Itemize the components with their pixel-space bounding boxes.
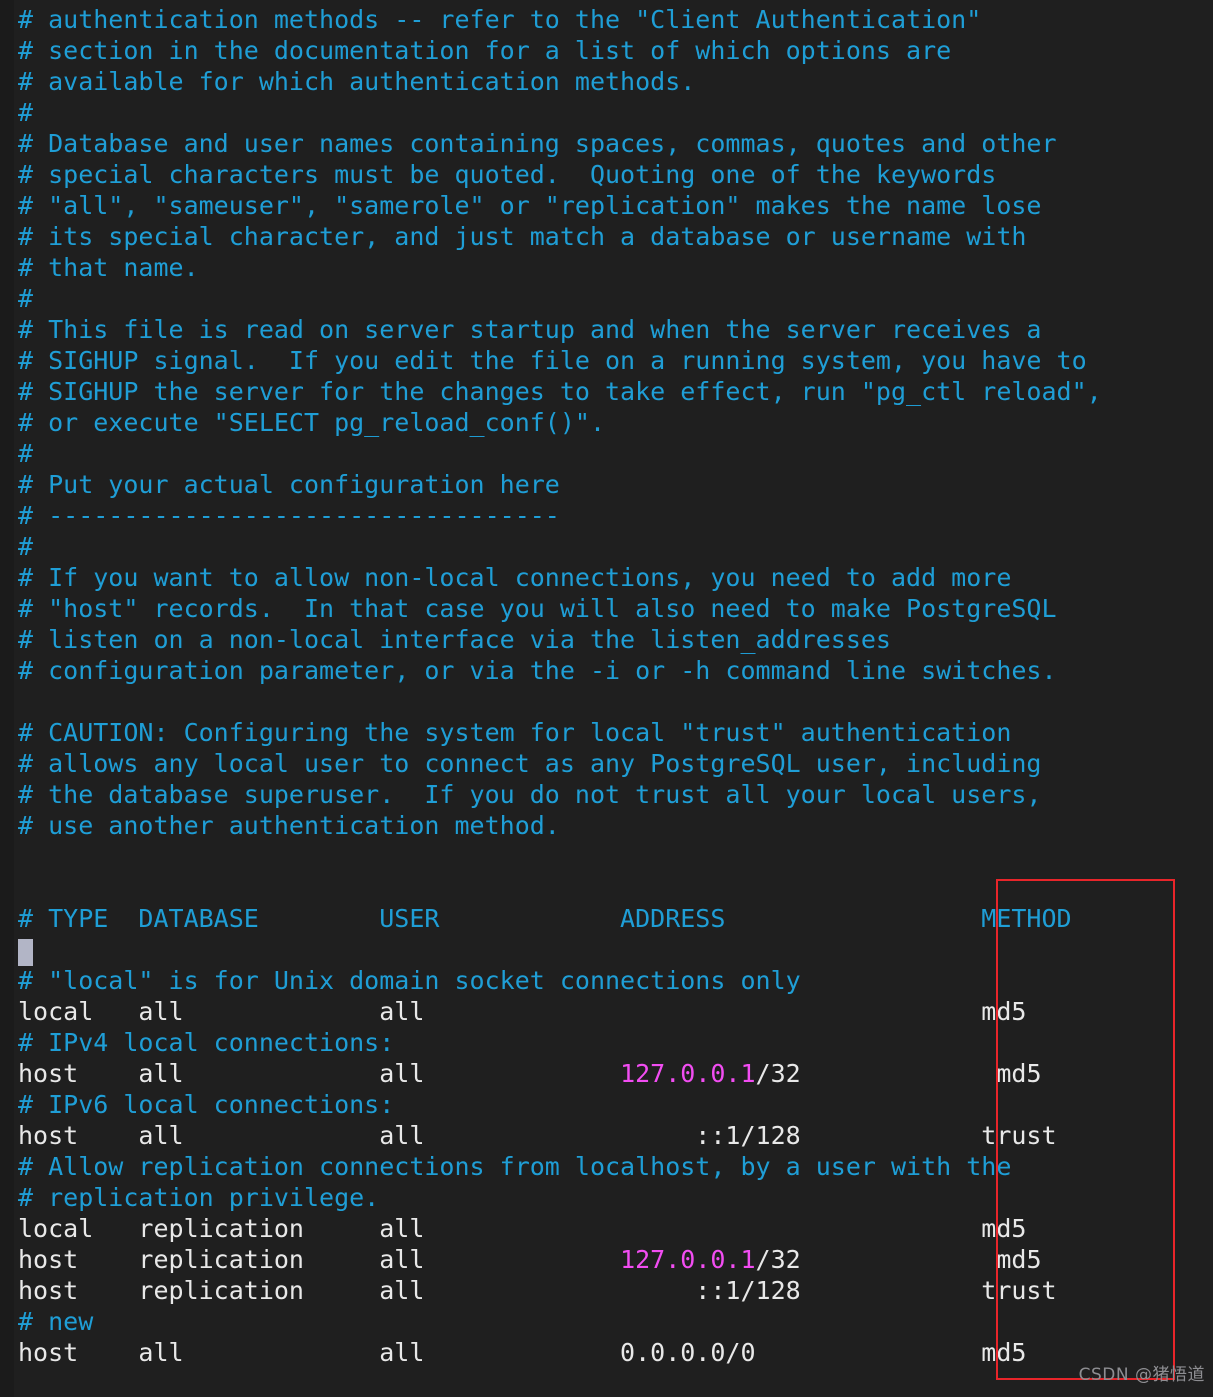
comment-text: # This file is read on server startup an… [18, 315, 1042, 344]
comment-text: # [18, 284, 34, 313]
csdn-watermark: CSDN @猪悟道 [1078, 1365, 1205, 1385]
code-line[interactable]: # its special character, and just match … [18, 221, 1213, 252]
code-line[interactable]: host all all 0.0.0.0/0 md5 [18, 1337, 1213, 1368]
comment-text: # listen on a non-local interface via th… [18, 625, 891, 654]
code-line[interactable]: # replication privilege. [18, 1182, 1213, 1213]
code-editor-pane[interactable]: # authentication methods -- refer to the… [0, 0, 1213, 1397]
code-text: host all all ::1/128 trust [18, 1121, 1057, 1150]
comment-text: # available for which authentication met… [18, 67, 696, 96]
code-line[interactable]: # that name. [18, 252, 1213, 283]
code-line[interactable]: # TYPE DATABASE USER ADDRESS METHOD [18, 903, 1213, 934]
code-line[interactable]: # use another authentication method. [18, 810, 1213, 841]
ip-address-token: 127.0.0.1 [620, 1059, 756, 1088]
comment-text: # "all", "sameuser", "samerole" or "repl… [18, 191, 1042, 220]
code-line[interactable]: # available for which authentication met… [18, 66, 1213, 97]
comment-text: # that name. [18, 253, 199, 282]
code-text: host replication all [18, 1245, 621, 1274]
code-line[interactable]: # ---------------------------------- [18, 500, 1213, 531]
code-text: host all all 0.0.0.0/0 md5 [18, 1338, 1027, 1367]
code-line[interactable]: # listen on a non-local interface via th… [18, 624, 1213, 655]
code-text: /32 md5 [755, 1245, 1042, 1274]
code-line[interactable]: # IPv4 local connections: [18, 1027, 1213, 1058]
comment-text: # Put your actual configuration here [18, 470, 560, 499]
code-line[interactable]: host all all 127.0.0.1/32 md5 [18, 1058, 1213, 1089]
code-line[interactable]: # special characters must be quoted. Quo… [18, 159, 1213, 190]
comment-text: # If you want to allow non-local connect… [18, 563, 1012, 592]
text-cursor [18, 939, 33, 966]
code-text: host all all [18, 1059, 621, 1088]
code-line[interactable]: # SIGHUP the server for the changes to t… [18, 376, 1213, 407]
code-line[interactable]: # "all", "sameuser", "samerole" or "repl… [18, 190, 1213, 221]
code-line[interactable]: # [18, 97, 1213, 128]
code-line[interactable]: host replication all 127.0.0.1/32 md5 [18, 1244, 1213, 1275]
comment-text: # Allow replication connections from loc… [18, 1152, 1012, 1181]
code-line[interactable] [18, 686, 1213, 717]
code-line[interactable]: # This file is read on server startup an… [18, 314, 1213, 345]
code-line[interactable]: # section in the documentation for a lis… [18, 35, 1213, 66]
code-line[interactable] [18, 841, 1213, 872]
code-line[interactable]: # [18, 283, 1213, 314]
code-text: local replication all md5 [18, 1214, 1027, 1243]
code-text: local all all md5 [18, 997, 1027, 1026]
comment-text: # or execute "SELECT pg_reload_conf()". [18, 408, 605, 437]
editor-gutter [0, 0, 14, 1397]
code-line[interactable] [18, 872, 1213, 903]
code-line[interactable]: # new [18, 1306, 1213, 1337]
code-text: /32 md5 [755, 1059, 1042, 1088]
code-line[interactable]: local replication all md5 [18, 1213, 1213, 1244]
comment-text: # IPv4 local connections: [18, 1028, 395, 1057]
code-line[interactable]: # Database and user names containing spa… [18, 128, 1213, 159]
code-line[interactable]: host replication all ::1/128 trust [18, 1275, 1213, 1306]
code-line[interactable]: # "host" records. In that case you will … [18, 593, 1213, 624]
comment-text: # replication privilege. [18, 1183, 380, 1212]
comment-text: # special characters must be quoted. Quo… [18, 160, 997, 189]
code-line[interactable]: # SIGHUP signal. If you edit the file on… [18, 345, 1213, 376]
code-line[interactable]: host all all ::1/128 trust [18, 1120, 1213, 1151]
code-line[interactable]: # or execute "SELECT pg_reload_conf()". [18, 407, 1213, 438]
code-line[interactable]: # IPv6 local connections: [18, 1089, 1213, 1120]
code-line[interactable] [18, 934, 1213, 965]
code-line[interactable]: # Put your actual configuration here [18, 469, 1213, 500]
comment-text: # Database and user names containing spa… [18, 129, 1057, 158]
code-line[interactable]: # If you want to allow non-local connect… [18, 562, 1213, 593]
file-content[interactable]: # authentication methods -- refer to the… [18, 4, 1213, 1368]
comment-text: # configuration parameter, or via the -i… [18, 656, 1057, 685]
comment-text: # "host" records. In that case you will … [18, 594, 1057, 623]
comment-text: # the database superuser. If you do not … [18, 780, 1042, 809]
code-line[interactable]: # CAUTION: Configuring the system for lo… [18, 717, 1213, 748]
comment-text: # SIGHUP the server for the changes to t… [18, 377, 1102, 406]
code-line[interactable]: # configuration parameter, or via the -i… [18, 655, 1213, 686]
code-line[interactable]: # allows any local user to connect as an… [18, 748, 1213, 779]
comment-text: # [18, 532, 34, 561]
code-line[interactable]: # [18, 531, 1213, 562]
comment-text: # [18, 98, 34, 127]
comment-text: # [18, 439, 34, 468]
comment-text: # section in the documentation for a lis… [18, 36, 952, 65]
code-line[interactable]: local all all md5 [18, 996, 1213, 1027]
code-line[interactable]: # authentication methods -- refer to the… [18, 4, 1213, 35]
code-line[interactable]: # the database superuser. If you do not … [18, 779, 1213, 810]
code-line[interactable]: # [18, 438, 1213, 469]
code-line[interactable]: # "local" is for Unix domain socket conn… [18, 965, 1213, 996]
comment-text: # its special character, and just match … [18, 222, 1027, 251]
comment-text: # TYPE DATABASE USER ADDRESS METHOD [18, 904, 1072, 933]
code-text: host replication all ::1/128 trust [18, 1276, 1057, 1305]
comment-text: # IPv6 local connections: [18, 1090, 395, 1119]
comment-text: # CAUTION: Configuring the system for lo… [18, 718, 1012, 747]
comment-text: # ---------------------------------- [18, 501, 560, 530]
comment-text: # "local" is for Unix domain socket conn… [18, 966, 801, 995]
code-line[interactable]: # Allow replication connections from loc… [18, 1151, 1213, 1182]
comment-text: # SIGHUP signal. If you edit the file on… [18, 346, 1087, 375]
comment-text: # authentication methods -- refer to the… [18, 5, 982, 34]
comment-text: # use another authentication method. [18, 811, 560, 840]
comment-text: # new [18, 1307, 94, 1336]
comment-text: # allows any local user to connect as an… [18, 749, 1042, 778]
ip-address-token: 127.0.0.1 [620, 1245, 756, 1274]
